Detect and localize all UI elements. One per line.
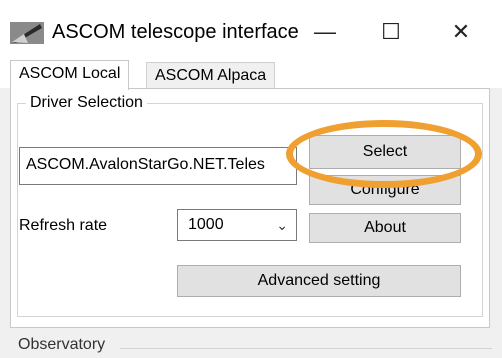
window-title: ASCOM telescope interface (52, 21, 299, 43)
advanced-setting-button[interactable]: Advanced setting (177, 265, 461, 297)
observatory-group: Observatory (0, 328, 502, 358)
close-icon: ✕ (451, 19, 471, 44)
refresh-rate-label: Refresh rate (19, 217, 108, 234)
close-button[interactable]: ✕ (436, 10, 486, 54)
driver-name-field[interactable]: ASCOM.AvalonStarGo.NET.Teles (19, 147, 297, 185)
driver-selection-legend: Driver Selection (26, 92, 147, 114)
app-window: ASCOM telescope interface — ☐ ✕ ASCOM Lo… (0, 0, 502, 358)
telescope-app-icon (10, 22, 44, 44)
configure-button[interactable]: Configure (309, 175, 461, 205)
refresh-rate-value: 1000 (188, 216, 224, 233)
select-button[interactable]: Select (309, 135, 461, 169)
refresh-rate-select[interactable]: 1000 ⌄ (177, 209, 297, 241)
observatory-legend: Observatory (18, 336, 106, 353)
minimize-icon: — (314, 19, 336, 44)
maximize-icon: ☐ (381, 19, 401, 44)
title-bar: ASCOM telescope interface — ☐ ✕ (0, 0, 502, 58)
maximize-button[interactable]: ☐ (366, 10, 416, 54)
about-button[interactable]: About (309, 213, 461, 243)
tab-panel-ascom-local: Driver Selection ASCOM.AvalonStarGo.NET.… (10, 88, 490, 328)
chevron-down-icon: ⌄ (276, 217, 288, 233)
tab-ascom-alpaca[interactable]: ASCOM Alpaca (146, 62, 276, 88)
tab-bar: ASCOM Local ASCOM Alpaca (0, 58, 502, 90)
minimize-button[interactable]: — (300, 10, 350, 54)
observatory-group-border (120, 348, 492, 349)
tab-ascom-local[interactable]: ASCOM Local (10, 60, 130, 90)
